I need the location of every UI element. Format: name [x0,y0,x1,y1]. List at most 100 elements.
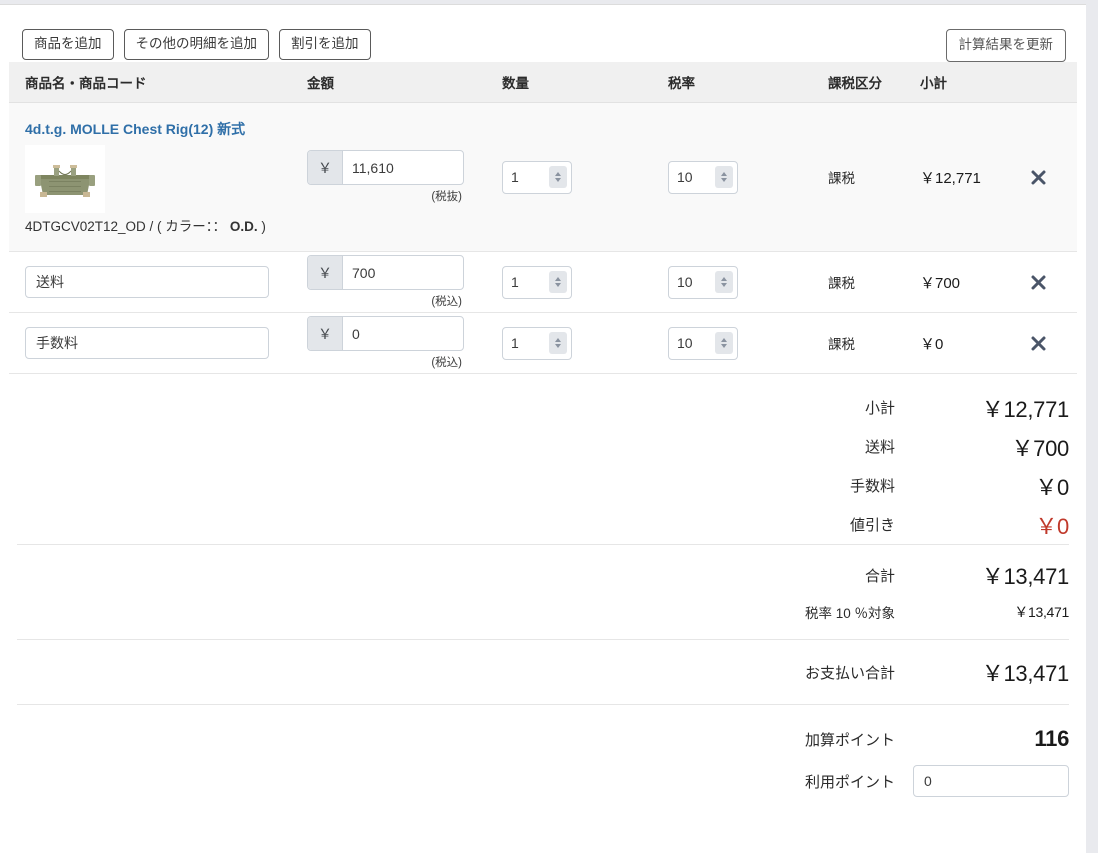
tax-rate-input[interactable] [669,335,715,352]
product-sku-suffix: ) [261,219,266,234]
product-sku: 4DTGCV02T12_OD / ( カラー：： O.D. ) [25,217,275,237]
tax-category-value: 課税 [828,171,855,187]
summary-discount-value: ￥0 [1035,513,1069,539]
toolbar-add-buttons: 商品を追加 その他の明細を追加 割引を追加 [22,29,371,60]
summary-total-label: 合計 [864,567,895,585]
quantity-input[interactable] [503,335,549,352]
product-thumbnail [25,145,105,213]
subtotal-cell: ￥700 [920,251,1025,314]
line-name-input[interactable] [25,266,269,299]
summary-row-earned-points: 加算ポイント 116 [17,719,1069,759]
close-icon [1031,170,1045,185]
column-header-name: 商品名・商品コード [9,62,307,103]
amount-input[interactable] [343,256,463,290]
summary-total-value: ￥13,471 [981,564,1070,590]
amount-field-group: ￥ (税抜) [307,150,464,204]
used-points-input[interactable] [913,765,1069,798]
line-name-cell [9,312,307,375]
line-name-input[interactable] [25,327,269,360]
column-header-delete [1025,62,1077,103]
amount-input[interactable] [343,151,463,185]
tax-rate-cell [668,102,828,253]
amount-input[interactable] [343,317,463,351]
tax-rate-input[interactable] [669,169,715,186]
yen-symbol-icon: ￥ [308,317,343,351]
quantity-input[interactable] [503,169,549,186]
column-header-quantity: 数量 [502,62,668,103]
delete-cell [1025,312,1077,375]
quantity-input[interactable] [503,274,549,291]
spinner-up-down-icon[interactable] [715,166,733,189]
quantity-stepper [502,265,572,299]
earned-points-label: 加算ポイント [804,731,895,749]
summary-payment-total-value: ￥13,471 [981,661,1070,687]
subtotal-cell: ￥0 [920,312,1025,375]
line-name-cell [9,251,307,314]
summary-payment: お支払い合計 ￥13,471 [17,640,1069,704]
summary-shipping-value: ￥700 [1011,435,1069,461]
recalculate-button[interactable]: 計算結果を更新 [945,29,1066,62]
tax-rate-cell [668,312,828,375]
line-name-wrap [9,313,307,373]
earned-points-value: 116 [1034,726,1069,752]
summary-fee-value: ￥0 [1035,474,1069,500]
delete-row-button[interactable] [1025,269,1051,295]
toolbar-actions: 計算結果を更新 [945,29,1066,62]
amount-tax-note: (税込) [431,296,462,309]
delete-row-button[interactable] [1025,164,1051,190]
spinner-up-down-icon[interactable] [715,332,733,355]
amount-tax-note: (税抜) [431,191,462,204]
delete-row-button[interactable] [1025,330,1051,356]
table-body: 4d.t.g. MOLLE Chest Rig(12) 新式 4DTGCV02T… [9,102,1077,375]
summary-breakdown: 小計 ￥12,771 送料 ￥700 手数料 ￥0 値引き ￥0 [17,374,1069,544]
used-points-field [913,765,1069,798]
order-items-panel: 商品を追加 その他の明細を追加 割引を追加 計算結果を更新 商品名・商品コード … [0,4,1086,853]
tax-category-cell: 課税 [828,251,920,314]
summary-row-used-points: 利用ポイント [17,759,1069,803]
order-items-table: 商品名・商品コード 金額 数量 税率 課税区分 小計 4d.t.g. MOLLE… [9,62,1077,375]
summary-row-taxable: 税率 10 ％対象 ￥13,471 [17,595,1069,629]
tax-rate-stepper [668,160,738,194]
spinner-up-down-icon[interactable] [549,271,567,294]
product-sku-prefix: 4DTGCV02T12_OD / ( カラー：： [25,219,227,234]
amount-input-group: ￥ [307,316,464,352]
quantity-cell [502,251,668,314]
summary-fee-label: 手数料 [849,478,895,496]
tax-rate-stepper [668,265,738,299]
spinner-up-down-icon[interactable] [549,166,567,189]
summary-totals: 合計 ￥13,471 税率 10 ％対象 ￥13,471 [17,545,1069,639]
amount-cell: ￥ (税抜) [307,102,502,253]
product-title-link[interactable]: 4d.t.g. MOLLE Chest Rig(12) 新式 [25,119,307,139]
product-info: 4d.t.g. MOLLE Chest Rig(12) 新式 4DTGCV02T… [9,103,307,251]
add-product-button[interactable]: 商品を追加 [22,29,114,60]
add-other-line-button[interactable]: その他の明細を追加 [123,29,269,60]
summary-subtotal-value: ￥12,771 [981,396,1070,422]
chest-rig-image [25,145,105,213]
spinner-up-down-icon[interactable] [549,332,567,355]
spinner-up-down-icon[interactable] [715,271,733,294]
quantity-stepper [502,160,572,194]
table-row: ￥ (税込) [9,251,1077,314]
row-subtotal-value: ￥0 [920,335,944,353]
quantity-cell [502,102,668,253]
subtotal-cell: ￥12,771 [920,102,1025,253]
summary-points: 加算ポイント 116 利用ポイント [17,705,1069,803]
add-discount-button[interactable]: 割引を追加 [279,29,371,60]
yen-symbol-icon: ￥ [308,256,343,290]
summary-row-payment-total: お支払い合計 ￥13,471 [17,652,1069,692]
column-header-tax-category: 課税区分 [828,62,920,103]
row-subtotal-value: ￥700 [920,274,961,292]
summary-row-total: 合計 ￥13,471 [17,555,1069,595]
tax-rate-input[interactable] [669,274,715,291]
summary-row-shipping: 送料 ￥700 [17,427,1069,466]
product-cell: 4d.t.g. MOLLE Chest Rig(12) 新式 4DTGCV02T… [9,102,307,253]
yen-symbol-icon: ￥ [308,151,343,185]
amount-input-group: ￥ [307,150,464,186]
summary-taxable-value: ￥13,471 [1014,604,1069,621]
tax-category-cell: 課税 [828,312,920,375]
product-variant-value: O.D. [229,219,258,234]
table-header: 商品名・商品コード 金額 数量 税率 課税区分 小計 [9,62,1077,103]
order-summary: 小計 ￥12,771 送料 ￥700 手数料 ￥0 値引き ￥0 合計 ￥13,… [17,374,1069,803]
column-header-subtotal: 小計 [920,62,1025,103]
summary-row-subtotal: 小計 ￥12,771 [17,388,1069,427]
